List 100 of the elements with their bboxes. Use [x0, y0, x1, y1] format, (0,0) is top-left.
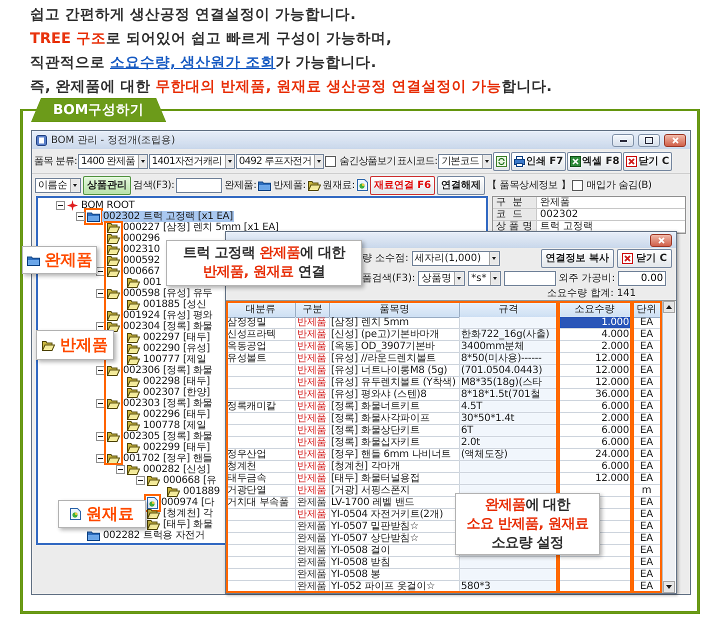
manage-button[interactable]: 상품관리	[83, 176, 132, 194]
info-label: 상 품 명	[493, 221, 537, 232]
maximize-button[interactable]	[638, 134, 660, 146]
tree-item[interactable]: 002306 [정록] 화물	[122, 365, 214, 376]
tree-item[interactable]: 001924 [유성] 평와	[122, 310, 214, 321]
quantity-cell[interactable]: 12.000	[558, 365, 632, 377]
quantity-cell[interactable]: 12.000	[558, 377, 632, 389]
tree-item[interactable]: 002302 트럭 고정랙 [x1 EA]	[102, 211, 234, 222]
open-folder-icon	[107, 255, 120, 266]
tree-item[interactable]: 002296 [태두]	[142, 409, 211, 420]
open-folder-icon	[107, 398, 120, 409]
table-cell: 반제품	[296, 509, 330, 521]
link-button[interactable]: 재료연결 F6	[370, 176, 436, 194]
tree-item[interactable]: 000296	[122, 233, 161, 244]
tree-item[interactable]: 002305 [정록] 화물	[122, 431, 214, 442]
search-field[interactable]	[176, 178, 222, 192]
tree-item[interactable]: 000668 [유	[162, 475, 218, 486]
expander-toggle[interactable]	[76, 212, 84, 221]
expander-toggle[interactable]	[96, 454, 104, 463]
tree-item[interactable]: 002299 [태두]	[142, 442, 211, 453]
quantity-cell[interactable]: 24.000	[558, 449, 632, 461]
tree-item[interactable]: 000592	[122, 255, 161, 266]
close-button[interactable]	[650, 234, 672, 246]
print-button[interactable]: 인쇄 F7	[510, 152, 566, 170]
tree-item[interactable]: 000667	[122, 266, 161, 277]
search-field[interactable]	[504, 270, 556, 286]
quantity-cell[interactable]: 4.000	[558, 329, 632, 341]
field-label: 품목 분류:	[34, 155, 77, 168]
tree-item[interactable]: 002303 [정록] 화물	[122, 398, 214, 409]
tree-item[interactable]: 100778 [제일	[142, 420, 208, 431]
callout-label: 원재료	[86, 504, 134, 524]
quantity-cell[interactable]: 6.000	[558, 425, 632, 437]
table-cell: [청계천] 각마개	[330, 461, 460, 473]
tree-item[interactable]: 001885 [성신	[142, 299, 208, 310]
tree-item[interactable]: [청계천] 각	[162, 508, 214, 519]
table-cell: [정우] 핸들 6mm 나비너트	[330, 449, 460, 461]
open-folder-icon	[127, 277, 140, 288]
refresh-button[interactable]	[492, 152, 510, 170]
tree-item[interactable]: 001889	[182, 486, 221, 497]
tree-item[interactable]: 100777 [제일	[142, 354, 208, 365]
decimal-dropdown[interactable]: 세자리(1,000)	[412, 250, 500, 266]
table-cell: [정록] 화물사각파이프	[330, 413, 460, 425]
tree-item[interactable]: 000974 [다	[160, 497, 216, 508]
expander-toggle[interactable]	[136, 476, 144, 485]
quantity-cell[interactable]: 6.000	[558, 437, 632, 449]
tree-item[interactable]: 002297 [태두]	[142, 332, 211, 343]
checkbox-label: 숨긴상품보기	[339, 155, 396, 168]
tree-item[interactable]: 000598 [유성] 유두	[122, 288, 214, 299]
sort-dropdown[interactable]: 이름순	[35, 178, 82, 192]
open-folder-icon	[107, 365, 120, 376]
tree-item[interactable]: 001	[142, 277, 162, 288]
table-cell: 8*18*1.5t(701철	[460, 389, 558, 401]
quantity-cell[interactable]: 6.000	[558, 401, 632, 413]
cost-field[interactable]: 0.00	[618, 270, 666, 286]
close-button[interactable]	[664, 134, 686, 146]
expander-toggle[interactable]	[116, 465, 124, 474]
tree-item[interactable]: 002282 트럭용 자전거	[102, 530, 206, 541]
quantity-cell[interactable]: 2.000	[558, 413, 632, 425]
tree-item[interactable]: 002304 [정록] 화물	[122, 321, 214, 332]
minimize-button[interactable]	[612, 134, 634, 146]
field-dropdown[interactable]: 상품명	[418, 270, 466, 286]
quantity-cell[interactable]: 2.000	[558, 341, 632, 353]
tree-item[interactable]: 000282 [신성]	[142, 464, 211, 475]
copy-button[interactable]: 연결정보 복사	[540, 248, 614, 268]
quantity-cell[interactable]: 36.000	[558, 389, 632, 401]
tree-item[interactable]: 001702 [정우] 핸들	[122, 453, 214, 464]
open-folder-icon	[107, 244, 120, 255]
checkbox-label: 매입가 숨김(B)	[586, 179, 652, 192]
close-icon	[672, 136, 678, 144]
open-folder-icon	[308, 180, 321, 190]
tree-item[interactable]: 002298 [태두]	[142, 376, 211, 387]
expander-toggle[interactable]	[96, 366, 104, 375]
tree-item[interactable]: 002310	[122, 244, 161, 255]
table-cell	[226, 389, 296, 401]
quantity-cell[interactable]: 6.000	[558, 461, 632, 473]
expander-toggle[interactable]	[96, 432, 104, 441]
expander-toggle[interactable]	[56, 201, 64, 210]
category-dropdown[interactable]: 1400 완제품	[78, 154, 148, 168]
excel-button[interactable]: 엑셀 F8	[567, 152, 622, 170]
close-button[interactable]: 닫기 C	[617, 248, 672, 268]
scrollbar[interactable]	[662, 301, 675, 593]
tree-item[interactable]: 002290 [유성]	[142, 343, 211, 354]
tree-item[interactable]: BOM ROOT	[80, 200, 136, 211]
quantity-cell[interactable]: 12.000	[558, 353, 632, 365]
checkbox[interactable]	[572, 180, 584, 190]
subcategory-dropdown[interactable]: 1401자전거캐리	[148, 154, 235, 168]
group-dropdown[interactable]: 0492 루프자전거	[236, 154, 324, 168]
total-text: 소요수량 합계: 141	[546, 288, 637, 300]
close-button[interactable]: 닫기 C	[623, 152, 672, 170]
expander-toggle[interactable]	[96, 289, 104, 298]
match-dropdown[interactable]: *s*	[468, 270, 501, 286]
checkbox[interactable]	[325, 156, 336, 166]
tree-item[interactable]: 002307 [한양]	[142, 387, 211, 398]
code-dropdown[interactable]: 기본코드	[438, 154, 492, 168]
tree-item[interactable]: [태두] 화물	[162, 519, 214, 530]
unlink-button[interactable]: 연결해제	[437, 176, 486, 194]
tree-item[interactable]: 000227 [삼정] 렌치 5mm [x1 EA]	[122, 222, 280, 233]
quantity-cell[interactable]: 1.000	[558, 317, 632, 329]
quantity-cell[interactable]: 12.000	[558, 473, 632, 485]
expander-toggle[interactable]	[96, 399, 104, 408]
